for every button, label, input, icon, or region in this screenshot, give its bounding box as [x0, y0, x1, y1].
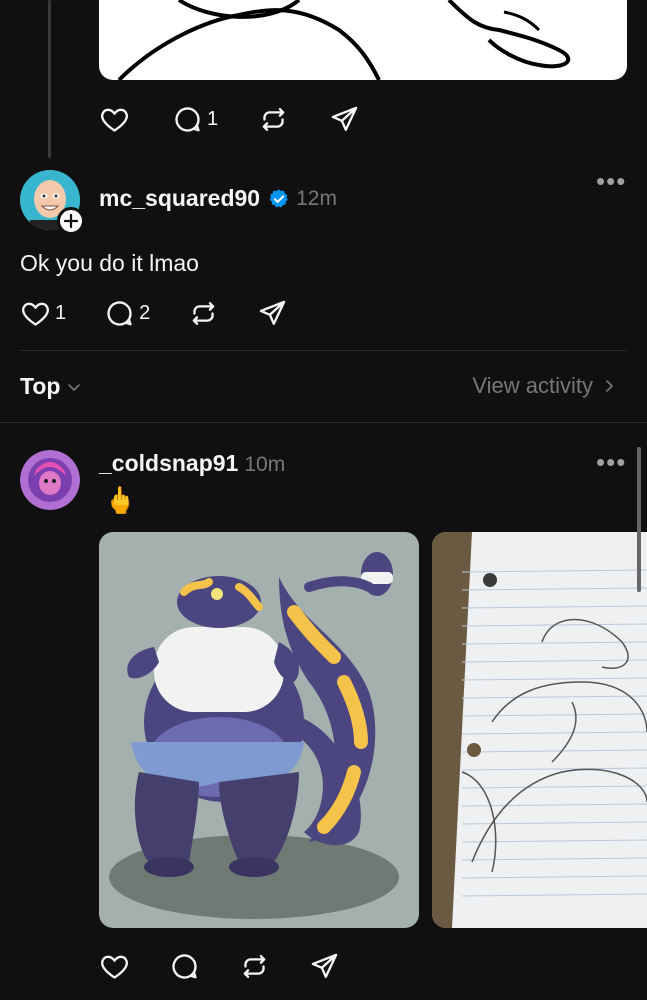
post-actions-1: 1 [99, 104, 360, 135]
repost-button[interactable] [239, 951, 270, 982]
share-button[interactable] [257, 298, 288, 329]
sort-label: Top [20, 373, 61, 399]
plus-icon [64, 214, 78, 228]
post-time: 12m [296, 186, 337, 210]
more-options-icon[interactable]: ••• [596, 449, 626, 475]
heart-icon [101, 108, 128, 132]
reply-count: 2 [139, 302, 151, 324]
like-button[interactable]: 1 [20, 298, 66, 329]
post-actions-3 [99, 951, 340, 982]
username[interactable]: _coldsnap91 [99, 450, 238, 477]
sort-dropdown[interactable]: Top [20, 373, 82, 400]
divider [20, 350, 627, 351]
like-button[interactable] [99, 104, 130, 135]
like-button[interactable] [99, 951, 130, 982]
share-button[interactable] [329, 104, 360, 135]
avatar[interactable] [20, 450, 80, 510]
send-icon [331, 106, 358, 131]
follow-button[interactable] [57, 207, 85, 235]
divider [0, 422, 647, 423]
post-header: _coldsnap91 10m [99, 450, 285, 477]
comment-icon [175, 107, 200, 132]
view-activity-label: View activity [472, 373, 593, 398]
send-icon [259, 300, 286, 325]
repost-button[interactable] [258, 104, 289, 135]
heart-icon [22, 302, 49, 326]
post-image-partial[interactable] [99, 0, 627, 80]
more-options-icon[interactable]: ••• [596, 168, 626, 194]
chevron-down-icon [68, 383, 81, 391]
chevron-right-icon [606, 380, 613, 392]
comment-icon [172, 954, 197, 979]
post-header: mc_squared90 12m [99, 185, 337, 212]
username[interactable]: mc_squared90 [99, 185, 260, 212]
reply-button[interactable]: 1 [172, 104, 218, 135]
post-text: 🖕 [104, 485, 137, 515]
verified-badge-icon [269, 188, 288, 207]
heart-icon [101, 955, 128, 979]
send-icon [311, 953, 338, 978]
view-activity-link[interactable]: View activity [472, 373, 617, 399]
repost-icon [192, 302, 215, 325]
reply-button[interactable]: 2 [104, 298, 150, 329]
repost-icon [243, 955, 266, 978]
repost-button[interactable] [188, 298, 219, 329]
comment-icon [107, 301, 132, 326]
post-image-illustration[interactable] [99, 532, 419, 928]
post-actions-2: 1 2 [20, 298, 288, 329]
share-button[interactable] [309, 951, 340, 982]
thread-connector [48, 0, 51, 158]
post-time: 10m [244, 453, 286, 476]
reply-button[interactable] [169, 951, 200, 982]
like-count: 1 [55, 302, 67, 324]
repost-icon [262, 108, 285, 131]
post-text: Ok you do it lmao [20, 250, 199, 276]
scrollbar[interactable] [637, 447, 641, 592]
reply-count: 1 [207, 108, 219, 130]
post-image-sketch[interactable] [432, 532, 647, 928]
